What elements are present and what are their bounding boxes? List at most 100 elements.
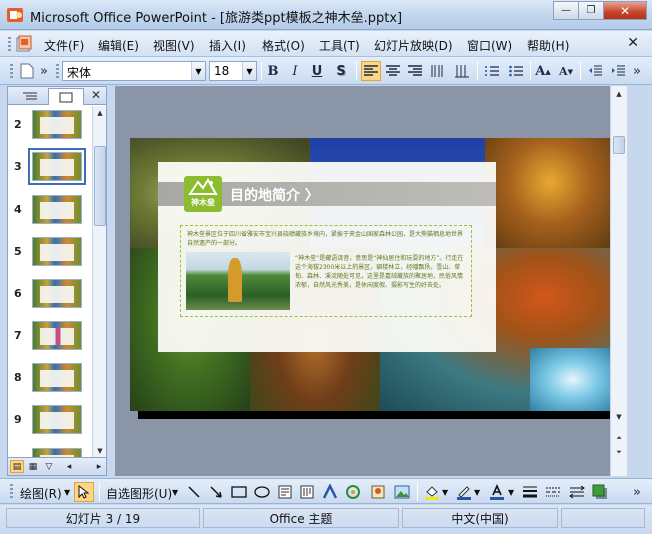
- shadow-button[interactable]: S: [331, 61, 351, 81]
- thumbnail-scrollbar[interactable]: ▲ ▼: [92, 106, 106, 458]
- slide-thumbnail[interactable]: 10: [8, 444, 94, 458]
- slideshow-view-icon[interactable]: ▽: [42, 460, 56, 473]
- slide-thumbnail[interactable]: 4: [8, 191, 94, 229]
- next-slide-icon[interactable]: ⏷: [613, 446, 625, 458]
- outline-tab[interactable]: [12, 88, 48, 105]
- scroll-left-icon[interactable]: ◂: [62, 460, 76, 473]
- document-icon[interactable]: [15, 35, 33, 53]
- distribute-columns-icon[interactable]: [427, 61, 447, 81]
- current-slide[interactable]: 神木垒 目的地简介 〉 神木垒景区位于四川省雅安市宝兴县硗碛藏族乡境内，紧挨于夹…: [130, 138, 615, 411]
- line-tool-icon[interactable]: [184, 482, 204, 502]
- chevron-down-icon[interactable]: ▼: [172, 488, 178, 497]
- arrow-tool-icon[interactable]: [206, 482, 226, 502]
- chevron-down-icon[interactable]: ▼: [242, 62, 256, 80]
- underline-button[interactable]: U: [307, 61, 327, 81]
- decrease-font-size-icon[interactable]: A ▼: [556, 61, 576, 81]
- content-card[interactable]: 神木垒 目的地简介 〉 神木垒景区位于四川省雅安市宝兴县硗碛藏族乡境内，紧挨于夹…: [158, 162, 496, 352]
- restore-button[interactable]: ❐: [578, 1, 604, 20]
- slide-thumbnail[interactable]: 5: [8, 233, 94, 271]
- shadow-style-icon[interactable]: [590, 482, 610, 502]
- bold-button[interactable]: B: [263, 61, 283, 81]
- dash-style-icon[interactable]: [543, 482, 563, 502]
- slide-thumbnail[interactable]: 2: [8, 106, 94, 144]
- line-color-icon[interactable]: [454, 482, 474, 502]
- autoshapes-menu-button[interactable]: 自选图形(U): [106, 485, 172, 502]
- slide-sorter-view-icon[interactable]: ▦: [26, 460, 40, 473]
- new-document-icon[interactable]: [17, 61, 37, 81]
- toolbar-grip[interactable]: [56, 64, 59, 78]
- bulleted-list-icon[interactable]: [506, 61, 526, 81]
- forest-photo[interactable]: [186, 252, 290, 310]
- menu-help[interactable]: 帮助(H): [527, 37, 569, 54]
- scroll-up-icon[interactable]: ▲: [613, 88, 625, 100]
- chevron-down-icon[interactable]: ▼: [191, 62, 205, 80]
- menu-view[interactable]: 视图(V): [153, 37, 195, 54]
- align-left-icon[interactable]: [361, 61, 381, 81]
- fill-color-icon[interactable]: [422, 482, 442, 502]
- toolbar-grip[interactable]: [10, 484, 13, 498]
- slide-thumbnail[interactable]: 7: [8, 317, 94, 355]
- oval-tool-icon[interactable]: [252, 482, 272, 502]
- insert-picture-icon[interactable]: [392, 482, 412, 502]
- text-box[interactable]: 神木垒景区位于四川省雅安市宝兴县硗碛藏族乡境内，紧挨于夹金山国家森林公园，是大熊…: [180, 225, 472, 317]
- arrow-style-icon[interactable]: [567, 482, 587, 502]
- chevron-down-icon[interactable]: ▼: [474, 488, 480, 497]
- chevron-down-icon[interactable]: ▼: [64, 488, 70, 497]
- toolbar-options-icon[interactable]: »: [38, 61, 50, 81]
- close-document-button[interactable]: ✕: [627, 35, 639, 51]
- slides-tab[interactable]: [48, 88, 84, 105]
- scrollbar-thumb[interactable]: [613, 136, 625, 154]
- menu-grip[interactable]: [8, 37, 11, 51]
- select-objects-icon[interactable]: [74, 482, 94, 502]
- chevron-down-icon[interactable]: ▼: [442, 488, 448, 497]
- slide-thumbnail[interactable]: 8: [8, 359, 94, 397]
- decrease-indent-icon[interactable]: [585, 61, 605, 81]
- draw-menu-button[interactable]: 绘图(R): [20, 485, 62, 502]
- minimize-button[interactable]: —: [553, 1, 579, 20]
- menu-insert[interactable]: 插入(I): [209, 37, 246, 54]
- menu-file[interactable]: 文件(F): [44, 37, 84, 54]
- line-style-icon[interactable]: [520, 482, 540, 502]
- align-center-icon[interactable]: [383, 61, 403, 81]
- slide-editing-area[interactable]: 神木垒 目的地简介 〉 神木垒景区位于四川省雅安市宝兴县硗碛藏族乡境内，紧挨于夹…: [115, 86, 627, 476]
- diagram-icon[interactable]: [343, 482, 363, 502]
- scroll-right-icon[interactable]: ▸: [92, 460, 106, 473]
- close-icon[interactable]: ✕: [91, 88, 101, 102]
- font-size-combo[interactable]: 18 ▼: [209, 61, 257, 81]
- chevron-down-icon[interactable]: ▼: [508, 488, 514, 497]
- close-window-button[interactable]: ✕: [603, 1, 647, 20]
- clip-art-icon[interactable]: [368, 482, 388, 502]
- menu-edit[interactable]: 编辑(E): [98, 37, 139, 54]
- scroll-down-icon[interactable]: ▼: [94, 445, 106, 457]
- menu-slideshow[interactable]: 幻灯片放映(D): [374, 37, 453, 54]
- rectangle-tool-icon[interactable]: [229, 482, 249, 502]
- scroll-up-icon[interactable]: ▲: [94, 107, 106, 119]
- menu-window[interactable]: 窗口(W): [467, 37, 512, 54]
- scrollbar-thumb[interactable]: [94, 146, 106, 226]
- toolbar-options-icon[interactable]: »: [630, 61, 644, 81]
- slide-thumbnail[interactable]: 6: [8, 275, 94, 313]
- align-right-icon[interactable]: [405, 61, 425, 81]
- vertical-text-icon[interactable]: [452, 61, 472, 81]
- vertical-text-box-icon[interactable]: [297, 482, 317, 502]
- toolbar-options-icon[interactable]: »: [630, 482, 644, 502]
- font-color-icon[interactable]: [487, 482, 507, 502]
- normal-view-icon[interactable]: ▤: [10, 460, 24, 473]
- slide-scrollbar[interactable]: ▲ ▼ ⏶ ⏷: [610, 86, 627, 476]
- text-box-icon[interactable]: [275, 482, 295, 502]
- previous-slide-icon[interactable]: ⏶: [613, 432, 625, 444]
- slide-thumbnail[interactable]: 9: [8, 401, 94, 439]
- slide-thumbnail-selected[interactable]: 3: [8, 148, 94, 186]
- increase-font-size-icon[interactable]: A ▲: [533, 61, 553, 81]
- toolbar-grip[interactable]: [10, 64, 13, 78]
- font-name-combo[interactable]: 宋体 ▼: [62, 61, 206, 81]
- increase-indent-icon[interactable]: [608, 61, 628, 81]
- body-text: “神木垒”是藏语译音，意思是“神仙居住和玩耍的地方”。行走在这个海拔2300米以…: [295, 255, 464, 289]
- slide-title[interactable]: 目的地简介 〉: [230, 185, 319, 205]
- italic-button[interactable]: I: [285, 61, 305, 81]
- menu-format[interactable]: 格式(O): [262, 37, 305, 54]
- scroll-down-icon[interactable]: ▼: [613, 411, 625, 423]
- numbered-list-icon[interactable]: [482, 61, 502, 81]
- menu-tools[interactable]: 工具(T): [319, 37, 360, 54]
- wordart-icon[interactable]: [320, 482, 340, 502]
